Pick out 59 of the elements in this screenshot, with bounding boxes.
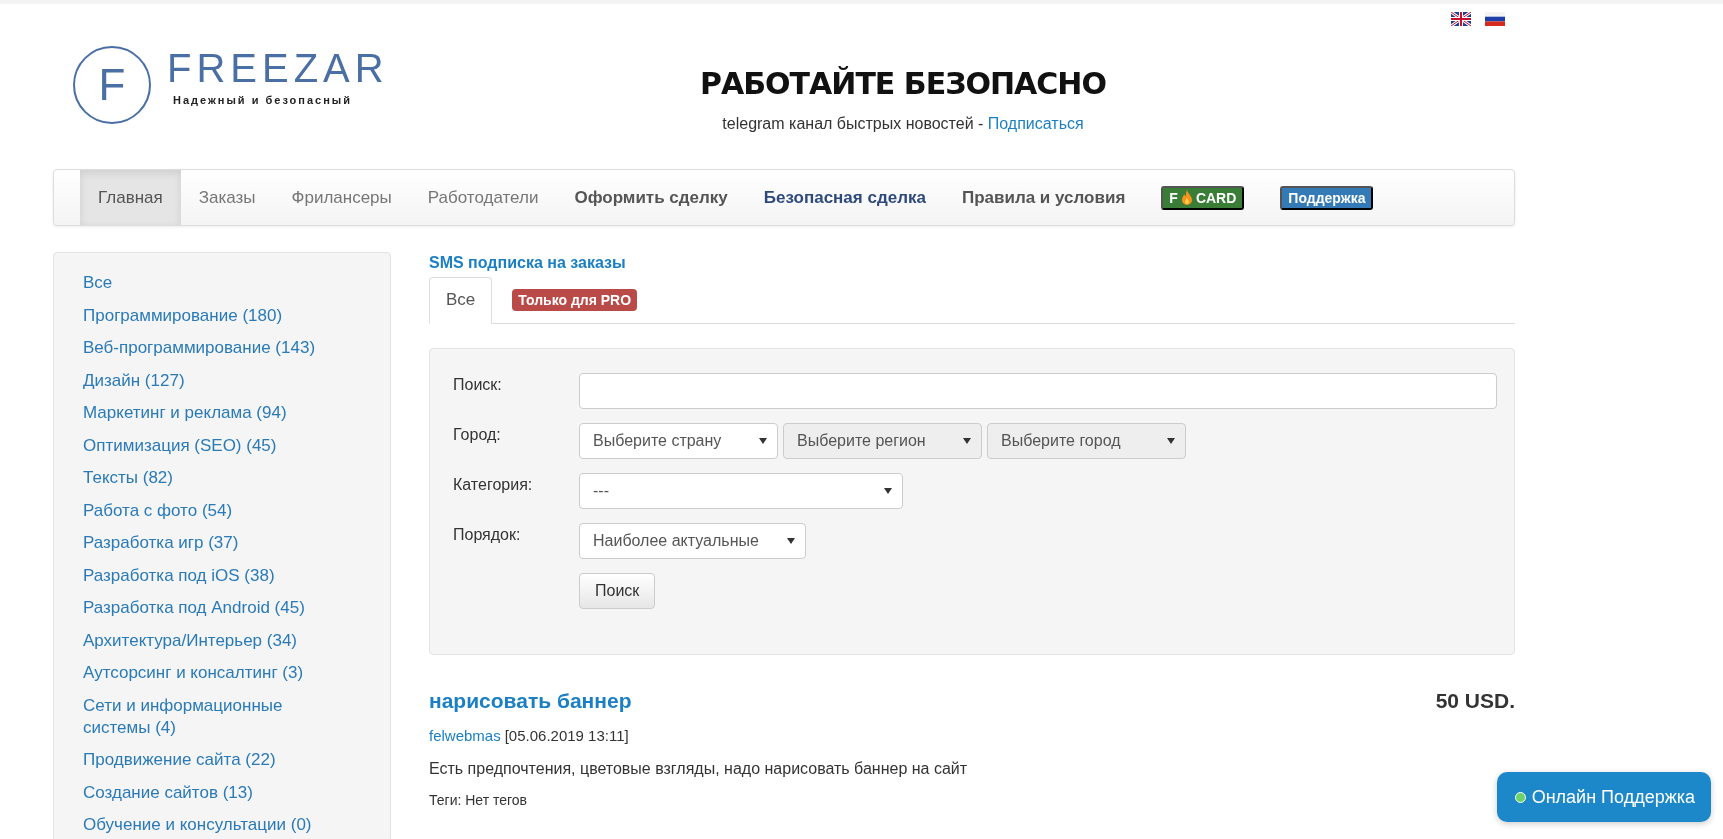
subscribe-link[interactable]: Подписаться [987,115,1084,132]
headline: РАБОТАЙТЕ БЕЗОПАСНО [700,66,1106,101]
field-label: Поиск: [453,375,503,394]
field-label: Порядок: [453,525,522,544]
author-link[interactable]: felwebmas [429,727,501,744]
category-link[interactable]: Маркетинг и реклама (94) [83,397,330,430]
nav-link[interactable]: Фрилансеры [273,170,410,225]
category-link[interactable]: Сети и информационные системы (4) [83,689,330,744]
category-link[interactable]: Разработка игр (37) [83,527,330,560]
online-support-button[interactable]: Онлайн Поддержка [1496,772,1711,822]
caret-icon [759,438,767,444]
caret-icon [963,438,971,444]
field-label: Город: [453,425,502,444]
category-link[interactable]: Архитектура/Интерьер (34) [83,624,330,657]
category-link[interactable]: Создание сайтов (13) [83,776,330,809]
order-description: Есть предпочтения, цветовые взгляды, надо нарисовать баннер на сайт [429,760,969,778]
order-price: 50 USD. [1435,689,1515,713]
telegram-text: telegram канал быстрых новостей - Подписаться [722,115,1084,133]
category-link[interactable]: Разработка под Android (45) [83,592,330,625]
category-link[interactable]: Оптимизация (SEO) (45) [83,429,330,462]
nav-link[interactable]: Безопасная сделка [745,170,944,225]
select-field[interactable]: Выберите страну [579,423,778,459]
category-link[interactable]: Обучение и консультации (0) [83,809,330,839]
logo-mark: F [73,46,151,124]
category-link[interactable]: Аутсорсинг и консалтинг (3) [83,657,330,690]
order-date: [05.06.2019 13:11] [504,727,629,744]
category-link[interactable]: Дизайн (127) [83,364,330,397]
status-dot-icon [1514,791,1526,803]
caret-icon [1167,438,1175,444]
card-badge[interactable]: F CARD [1161,185,1245,210]
support-badge[interactable]: Поддержка [1280,185,1374,210]
uk-flag-icon[interactable] [1451,12,1471,26]
nav-link[interactable]: Заказы [180,170,274,225]
category-link[interactable]: Тексты (82) [83,462,330,495]
fire-icon [1180,190,1193,205]
nav-link[interactable]: Главная [80,170,181,225]
category-link[interactable]: Разработка под iOS (38) [83,559,330,592]
select-field[interactable]: Наиболее актуальные [579,523,806,559]
search-field[interactable] [579,373,1497,409]
tab[interactable]: Все [429,276,493,324]
pro-badge[interactable]: Только для PRO [512,288,638,311]
caret-icon [787,538,795,544]
category-link[interactable]: Все [83,267,330,300]
field-label: Категория: [453,475,534,494]
sms-subscription-link[interactable]: SMS подписка на заказы [429,254,626,272]
nav-link[interactable]: Правила и условия [943,170,1144,225]
category-link[interactable]: Веб-программирование (143) [83,332,330,365]
category-link[interactable]: Программирование (180) [83,299,330,332]
category-link[interactable]: Работа с фото (54) [83,494,330,527]
logo-tagline: Надежный и безопасный [172,94,353,106]
nav-link[interactable]: Работодатели [409,170,557,225]
caret-icon [884,488,892,494]
search-button[interactable]: Поиск [579,573,656,609]
logo-name: FREEZAR [167,46,389,90]
russia-flag-icon[interactable] [1485,12,1505,26]
select-field[interactable]: --- [579,473,903,509]
order-title-link[interactable]: нарисовать баннер [429,689,632,713]
nav-link[interactable]: Оформить сделку [556,170,746,225]
category-link[interactable]: Продвижение сайта (22) [83,744,330,777]
